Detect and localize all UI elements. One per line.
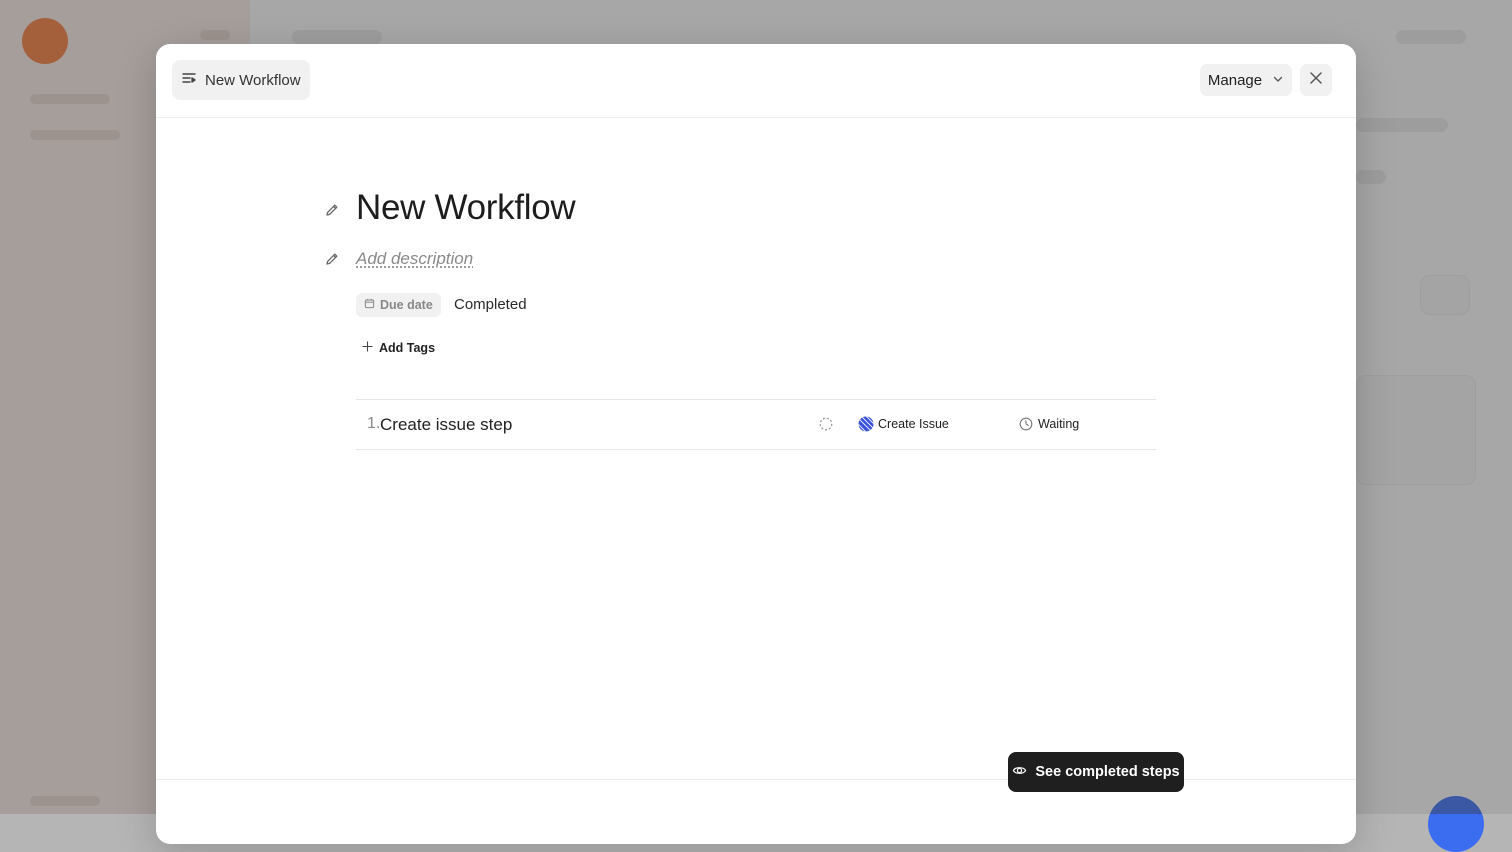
eye-icon [1012, 763, 1027, 782]
due-date-button[interactable]: Due date [356, 293, 441, 317]
add-tags-button[interactable]: Add Tags [362, 338, 435, 358]
modal-header: New Workflow Manage [156, 44, 1356, 118]
step-action-label: Create Issue [878, 417, 949, 431]
due-date-label: Due date [380, 298, 433, 312]
clock-icon [1019, 417, 1033, 431]
see-completed-steps-button[interactable]: See completed steps [1008, 752, 1184, 792]
see-completed-steps-label: See completed steps [1035, 764, 1179, 780]
manage-dropdown-button[interactable]: Manage [1200, 64, 1292, 96]
workflow-status: Completed [454, 296, 527, 313]
step-state-label: Waiting [1038, 417, 1079, 431]
workflow-list-icon [181, 70, 197, 90]
workflow-modal: New Workflow Manage New Workflo [156, 44, 1356, 844]
calendar-icon [364, 298, 375, 312]
edit-description-pencil-icon[interactable] [324, 251, 340, 267]
add-description-field[interactable]: Add description [356, 249, 473, 269]
linear-issue-icon [858, 416, 874, 432]
pending-status-icon [819, 417, 833, 431]
plus-icon [362, 341, 373, 355]
add-tags-label: Add Tags [379, 341, 435, 355]
step-name: Create issue step [380, 415, 512, 435]
close-icon [1309, 71, 1323, 90]
close-button[interactable] [1300, 64, 1332, 96]
workflow-breadcrumb[interactable]: New Workflow [172, 60, 310, 100]
chevron-down-icon [1272, 72, 1284, 89]
edit-title-pencil-icon[interactable] [324, 202, 340, 218]
steps-list: 1. Create issue step [356, 399, 1156, 450]
step-row[interactable]: 1. Create issue step [356, 400, 1156, 450]
breadcrumb-label: New Workflow [205, 72, 301, 89]
manage-label: Manage [1208, 72, 1262, 89]
workflow-title[interactable]: New Workflow [356, 188, 575, 228]
step-number: 1. [367, 415, 380, 433]
